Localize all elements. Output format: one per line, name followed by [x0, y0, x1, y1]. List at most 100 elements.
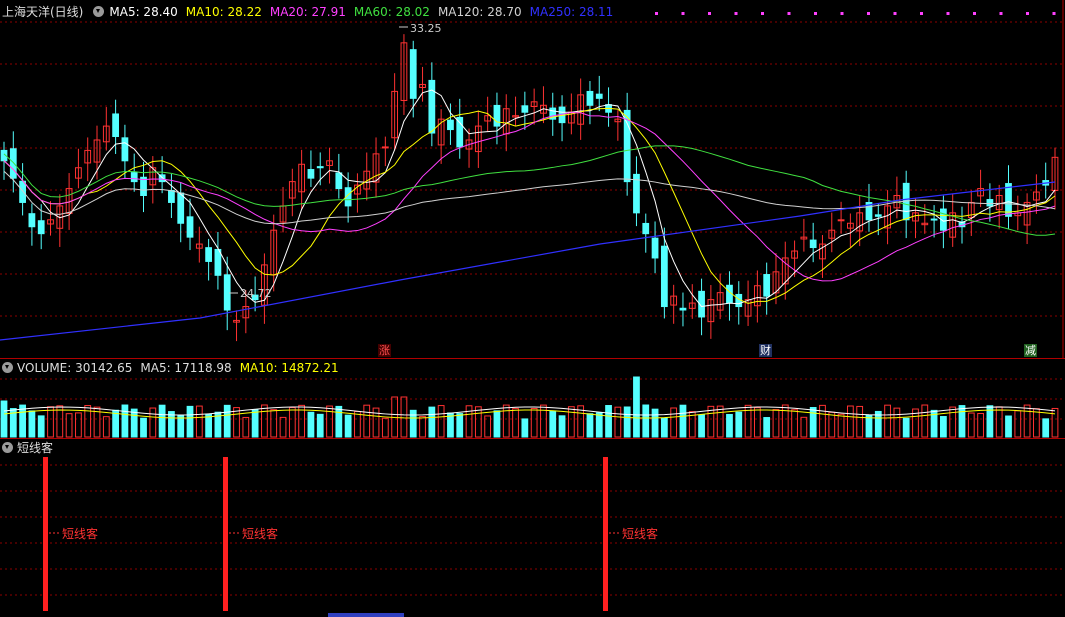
volume-bar [456, 413, 464, 438]
volume-bar [428, 406, 436, 438]
event-marker-up[interactable]: 涨 [378, 344, 391, 357]
candle-body [428, 79, 436, 134]
signal-dot [787, 12, 791, 15]
volume-bar [530, 408, 538, 438]
candle-body [660, 245, 668, 308]
volume-bar [344, 414, 352, 438]
candle-body [335, 172, 343, 190]
volume-bar [354, 411, 361, 438]
volume-bar [865, 414, 873, 438]
candle-body [874, 214, 882, 217]
volume-bar [791, 409, 798, 438]
volume-bar [409, 409, 417, 438]
indicator-panel-menu-icon[interactable] [2, 442, 13, 453]
price-header: 上海天洋(日线) MA5: 28.40 MA10: 28.22 MA20: 27… [0, 3, 621, 20]
volume-bar [809, 407, 817, 438]
volume-bar [828, 411, 836, 438]
candle-body [447, 119, 454, 131]
volume-bar [614, 406, 622, 438]
volume-bar [19, 404, 26, 438]
volume-bar [977, 413, 984, 438]
volume-bar [549, 410, 557, 438]
volume-bar [149, 407, 157, 438]
volume-bar [772, 409, 780, 438]
candle-body [177, 192, 185, 224]
volume-bar [902, 417, 910, 438]
volume-bar [335, 405, 343, 438]
volume-bar [28, 410, 36, 438]
candle-body [595, 93, 603, 99]
candle-body [205, 247, 213, 262]
volume-bar [670, 407, 678, 438]
date-cursor-tab [328, 613, 404, 617]
candle-body [19, 180, 26, 203]
volume-bar [781, 404, 789, 438]
volume-bar [586, 413, 594, 438]
candle-body [986, 199, 994, 207]
volume-bar [856, 405, 864, 438]
volume-bar [437, 405, 445, 438]
indicator-menu-icon[interactable] [93, 6, 105, 17]
signal-dot [946, 12, 950, 15]
signal-dot [761, 12, 764, 15]
candle-body [651, 237, 659, 259]
volume-bar [84, 405, 92, 438]
high-price-label: 33.25 [410, 22, 442, 35]
volume-bar [75, 412, 82, 438]
volume-bar [233, 407, 240, 438]
volume-panel[interactable]: VOLUME: 30142.65 MA5: 17118.98 MA10: 148… [0, 359, 1065, 438]
signal-dot [681, 12, 685, 15]
volume-bar [735, 411, 743, 438]
volume-bar [0, 400, 8, 438]
volume-bar [949, 406, 957, 438]
volume-bar [958, 405, 966, 438]
volume-bar [846, 405, 854, 438]
volume-bar [186, 405, 194, 438]
event-marker-finance[interactable]: 财 [759, 344, 772, 357]
signal-dot [1026, 12, 1029, 15]
indicator-panel[interactable]: 短线客 短线客 短线客 短线客 [0, 439, 1065, 617]
candle-body [763, 274, 771, 297]
volume-bar [558, 415, 566, 438]
candle-body [837, 219, 845, 222]
candle-body [316, 166, 324, 169]
candle-body [642, 222, 650, 235]
signal-bar [603, 457, 608, 611]
volume-bar [502, 404, 510, 438]
volume-bar [819, 404, 826, 438]
volume-bar [1023, 404, 1031, 438]
event-marker-reduce[interactable]: 减 [1024, 344, 1037, 357]
signal-dot [1052, 12, 1056, 15]
volume-bar [195, 405, 203, 438]
volume-bar [112, 409, 119, 438]
candle-body [930, 218, 938, 221]
volume-bar [363, 404, 371, 438]
indicator-header: 短线客 [0, 439, 61, 456]
volume-bar [512, 408, 519, 438]
volume-bar [1014, 410, 1022, 438]
candlestick-chart[interactable] [0, 0, 1065, 358]
price-panel[interactable]: 上海天洋(日线) MA5: 28.40 MA10: 28.22 MA20: 27… [0, 0, 1065, 358]
signal-dot [655, 12, 658, 15]
volume-bar [121, 404, 129, 438]
signal-bar [43, 457, 48, 611]
indicator-chart[interactable] [0, 439, 1065, 617]
ma10-label: MA10: 28.22 [185, 4, 262, 19]
candle-body [37, 220, 45, 235]
candle-body [679, 307, 687, 311]
candle-body [1005, 183, 1012, 217]
volume-bar [1033, 408, 1040, 438]
signal-dot [999, 12, 1003, 15]
volume-menu-icon[interactable] [2, 362, 13, 373]
volume-bar [102, 416, 110, 438]
signal-dot [973, 12, 976, 15]
candle-body [586, 90, 594, 106]
signal-bar [223, 457, 228, 611]
volume-bar [251, 409, 259, 438]
volume-bar [633, 376, 640, 438]
signal-dot [893, 12, 897, 15]
volume-bar [316, 413, 324, 438]
volume-bar [1005, 415, 1012, 438]
volume-bar [660, 417, 668, 438]
volume-bar [261, 404, 268, 438]
